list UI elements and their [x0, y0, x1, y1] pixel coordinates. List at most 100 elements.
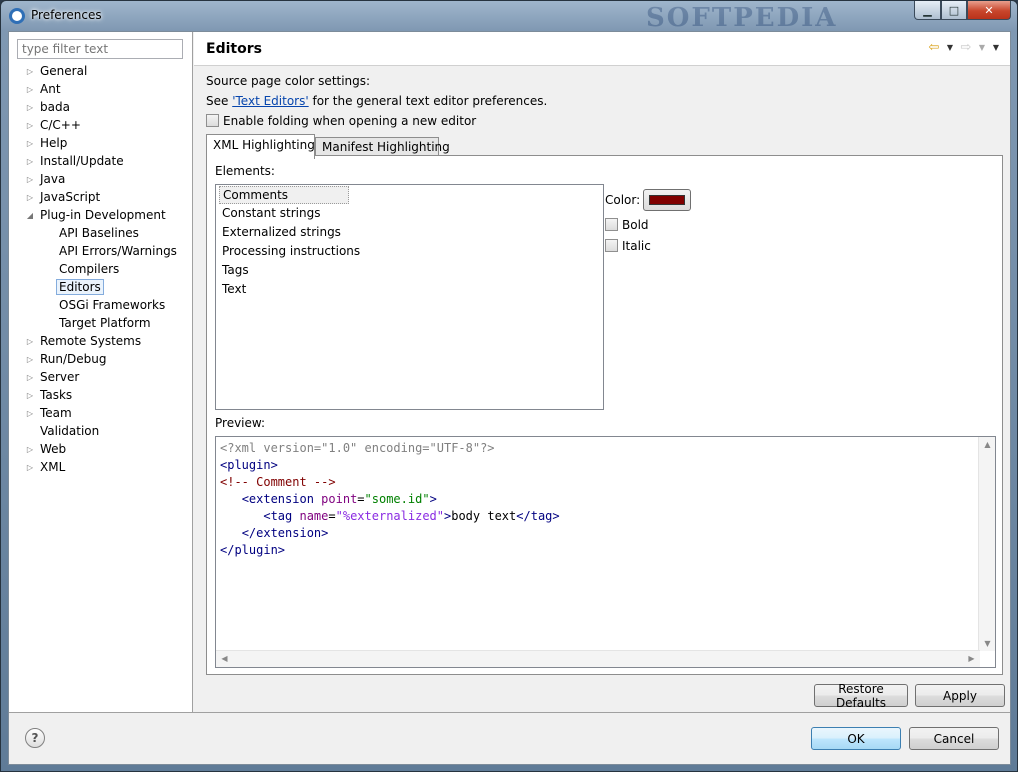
bold-option[interactable]: Bold [605, 218, 649, 232]
code-token: <!-- Comment --> [220, 475, 336, 489]
expand-arrow-icon[interactable]: ▷ [25, 355, 35, 365]
tab-xml-highlighting[interactable]: XML Highlighting [206, 134, 315, 159]
tree-item[interactable]: ▷ Install/Update [9, 153, 193, 171]
expand-arrow-icon[interactable]: ▷ [25, 103, 35, 113]
tree-item[interactable]: ▷ Help [9, 135, 193, 153]
tree-item-label: Target Platform [59, 316, 151, 330]
tree-item-label: Ant [40, 82, 61, 96]
tree-item-label: JavaScript [40, 190, 101, 204]
tree-item[interactable]: Compilers [9, 261, 193, 279]
tree-item[interactable]: API Errors/Warnings [9, 243, 193, 261]
folding-checkbox[interactable] [206, 114, 219, 127]
expand-arrow-icon[interactable]: ▷ [25, 67, 35, 77]
expand-arrow-icon[interactable]: ▷ [25, 391, 35, 401]
folding-option[interactable]: Enable folding when opening a new editor [206, 114, 476, 128]
window-controls: ▁ □ ✕ [914, 1, 1011, 21]
tree-item[interactable]: Target Platform [9, 315, 193, 333]
preview-pane[interactable]: <?xml version="1.0" encoding="UTF-8"?> <p… [215, 436, 996, 668]
expand-arrow-icon[interactable]: ▷ [25, 445, 35, 455]
vertical-scrollbar[interactable]: ▲ ▼ [978, 437, 995, 651]
maximize-button[interactable]: □ [941, 1, 967, 20]
tree-item[interactable]: API Baselines [9, 225, 193, 243]
tree-item[interactable]: Editors [9, 279, 193, 297]
apply-button[interactable]: Apply [915, 684, 1005, 707]
collapse-arrow-icon[interactable]: ◢ [25, 211, 35, 221]
italic-option[interactable]: Italic [605, 239, 651, 253]
code-token: > [429, 492, 437, 506]
tree-item[interactable]: ▷ Tasks [9, 387, 193, 405]
tree-item[interactable]: Validation [9, 423, 193, 441]
expand-arrow-icon[interactable]: ▷ [25, 463, 35, 473]
expand-arrow-icon[interactable]: ▷ [25, 175, 35, 185]
see-text: See 'Text Editors' for the general text … [206, 94, 547, 108]
cancel-button[interactable]: Cancel [909, 727, 999, 750]
ok-button[interactable]: OK [811, 727, 901, 750]
color-button[interactable] [643, 189, 691, 211]
tree-item-label: XML [40, 460, 66, 474]
expand-arrow-icon[interactable]: ▷ [25, 85, 35, 95]
text-editors-link[interactable]: 'Text Editors' [232, 94, 308, 108]
scroll-down-icon[interactable]: ▼ [979, 639, 996, 648]
tree-item[interactable]: OSGi Frameworks [9, 297, 193, 315]
help-icon[interactable]: ? [25, 728, 45, 748]
tree-item[interactable]: ▷ Ant [9, 81, 193, 99]
back-arrow-icon[interactable]: ⇦ [926, 40, 942, 56]
forward-dropdown-icon[interactable]: ▼ [976, 40, 988, 56]
forward-arrow-icon[interactable]: ⇨ [958, 40, 974, 56]
tree-item[interactable]: ▷ C/C++ [9, 117, 193, 135]
restore-defaults-button[interactable]: Restore Defaults [814, 682, 908, 710]
minimize-button[interactable]: ▁ [914, 1, 941, 20]
minimize-icon: ▁ [923, 3, 932, 17]
expand-arrow-icon[interactable]: ▷ [25, 337, 35, 347]
code-token: </extension> [241, 526, 329, 540]
tree-item[interactable]: ▷ Java [9, 171, 193, 189]
code-token: body text [451, 509, 517, 523]
tree-item[interactable]: ▷ General [9, 63, 193, 81]
tree-item-label: Help [40, 136, 68, 150]
tree-item[interactable]: ▷ XML [9, 459, 193, 477]
expand-arrow-icon[interactable]: ▷ [25, 157, 35, 167]
list-item[interactable]: Comments [219, 186, 349, 204]
close-button[interactable]: ✕ [967, 1, 1011, 20]
tree-item[interactable]: ▷ JavaScript [9, 189, 193, 207]
bold-checkbox[interactable] [605, 218, 618, 231]
elements-list[interactable]: Comments Constant strings Externalized str… [215, 184, 604, 410]
tree-item[interactable]: ▷ Team [9, 405, 193, 423]
tree-item[interactable]: ◢ Plug-in Development [9, 207, 193, 225]
title-bar[interactable]: Preferences SOFTPEDIA ▁ □ ✕ [1, 1, 1017, 33]
italic-checkbox[interactable] [605, 239, 618, 252]
tree-item-label: Web [40, 442, 67, 456]
filter-input[interactable] [17, 39, 183, 59]
tree-item[interactable]: ▷ bada [9, 99, 193, 117]
tree-item[interactable]: ▷ Server [9, 369, 193, 387]
code-line: </extension> [220, 525, 560, 542]
code-token: <extension [241, 492, 322, 506]
code-token: name [299, 509, 329, 523]
code-token: </plugin> [220, 543, 286, 557]
view-menu-icon[interactable]: ▼ [990, 40, 1002, 56]
tree-item-label: Compilers [59, 262, 120, 276]
scroll-right-icon[interactable]: ▶ [963, 654, 980, 663]
back-dropdown-icon[interactable]: ▼ [944, 40, 956, 56]
list-item[interactable]: Processing instructions [216, 242, 603, 261]
left-panel: ▷ General ▷ Ant ▷ bada ▷ C/C++ ▷ Help ▷ Install/Upd… [9, 32, 193, 712]
expand-arrow-icon[interactable]: ▷ [25, 121, 35, 131]
tree-item[interactable]: ▷ Web [9, 441, 193, 459]
list-item[interactable]: Text [216, 280, 603, 299]
list-item[interactable]: Constant strings [216, 204, 603, 223]
tree-item[interactable]: ▷ Remote Systems [9, 333, 193, 351]
list-item[interactable]: Externalized strings [216, 223, 603, 242]
tree-item[interactable]: ▷ Run/Debug [9, 351, 193, 369]
watermark: SOFTPEDIA [646, 3, 838, 33]
horizontal-scrollbar[interactable]: ◀ ▶ [216, 650, 980, 667]
italic-label: Italic [622, 239, 651, 253]
expand-arrow-icon[interactable]: ▷ [25, 409, 35, 419]
scroll-up-icon[interactable]: ▲ [979, 440, 996, 449]
expand-arrow-icon[interactable]: ▷ [25, 139, 35, 149]
expand-arrow-icon[interactable]: ▷ [25, 373, 35, 383]
list-item[interactable]: Tags [216, 261, 603, 280]
code-token: <?xml version="1.0" encoding="UTF-8"?> [220, 441, 495, 455]
expand-arrow-icon[interactable]: ▷ [25, 193, 35, 203]
scroll-left-icon[interactable]: ◀ [216, 654, 233, 663]
